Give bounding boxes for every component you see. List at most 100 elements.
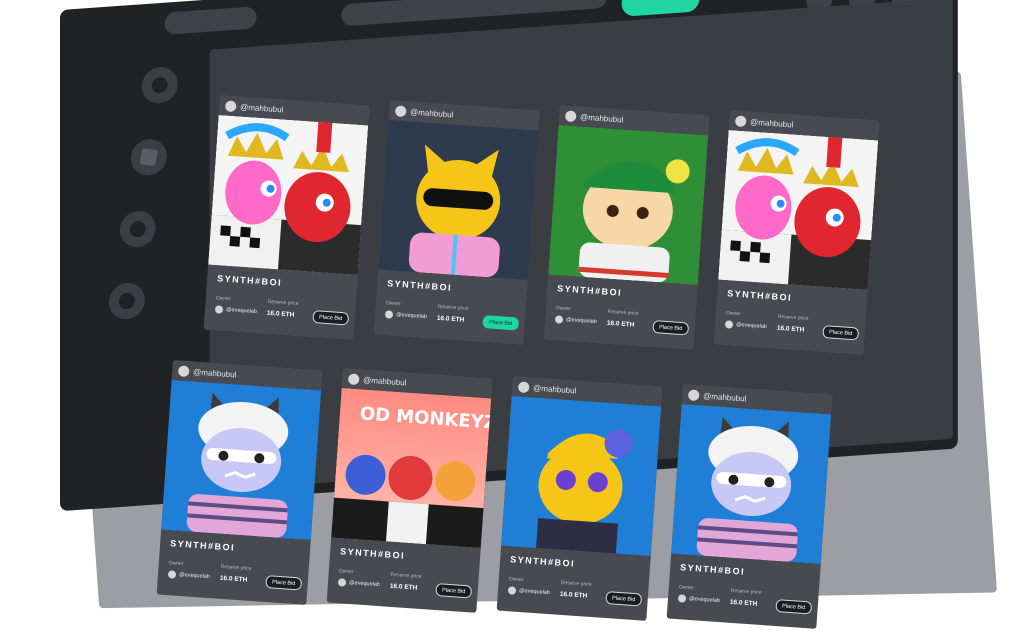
owner-handle: @evequelab [225,306,258,316]
owner-label: Owner [508,576,524,584]
user-avatar [564,109,577,122]
reserve-price-label: Reserve price [220,563,252,572]
owner-avatar [724,320,734,329]
owner-handle: @evequelab [688,595,721,605]
place-bid-button[interactable]: Place Bid [435,583,473,599]
reserve-price-label: Reserve price [607,308,639,317]
primary-action-button[interactable] [621,0,700,17]
owner-handle: @evequelab [735,321,768,331]
reserve-price-label: Reserve price [437,303,469,312]
user-avatar [224,99,237,112]
owner-handle: @evequelab [395,311,428,321]
owner[interactable]: @evequelab [677,594,721,605]
reserve-price: 16.0 ETH [219,574,248,584]
reserve-price: 16.0 ETH [729,598,758,608]
reserve-price: 16.0 ETH [606,319,635,329]
nft-card[interactable]: @mahbubul OD MONKEYZ SYNTH#BOI Owner Res… [326,368,493,613]
owner-handle: @evequelab [565,316,598,326]
mockup-stage: @mahbubul SYNTH#BOI Owner Reserve price … [0,0,1010,640]
nft-card[interactable]: @mahbubul SYNTH#BOI Owner Reserve price … [713,110,880,355]
place-bid-button[interactable]: Place Bid [265,575,303,591]
owner[interactable]: @evequelab [337,578,381,589]
nft-artwork[interactable] [501,395,662,557]
nft-card[interactable]: @mahbubul SYNTH#BOI Owner Reserve price … [543,105,710,350]
owner-avatar [554,315,564,324]
nft-card[interactable]: @mahbubul SYNTH#BOI Owner Reserve price … [373,100,540,345]
card-username[interactable]: @mahbubul [703,391,747,403]
card-username[interactable]: @mahbubul [363,375,407,387]
user-avatar [517,380,530,393]
nft-artwork[interactable]: OD MONKEYZ [331,387,492,549]
owner-avatar [167,570,177,579]
nft-artwork[interactable] [208,114,369,276]
owner-avatar [507,586,517,595]
user-avatar [394,104,407,117]
owner-handle: @evequelab [348,579,381,589]
reserve-price: 16.0 ETH [389,582,418,592]
window-tab-pill[interactable] [164,6,257,35]
place-bid-button[interactable]: Place Bid [482,315,520,331]
place-bid-button[interactable]: Place Bid [312,310,350,326]
nft-title: SYNTH#BOI [556,283,623,298]
owner-label: Owner [338,568,354,576]
nft-title: SYNTH#BOI [509,554,576,569]
owner[interactable]: @evequelab [384,310,428,321]
nft-artwork[interactable] [718,129,879,291]
owner-avatar [677,594,687,603]
nft-artwork[interactable] [671,403,832,565]
sidebar-ring-icon[interactable] [108,281,145,321]
user-avatar [177,364,190,377]
owner-handle: @evequelab [518,587,551,597]
owner-avatar [337,578,347,587]
reserve-price-label: Reserve price [560,579,592,588]
user-avatar [347,372,360,385]
reserve-price-label: Reserve price [730,587,762,596]
nft-title: SYNTH#BOI [726,288,793,303]
nft-card[interactable]: @mahbubul SYNTH#BOI Owner Reserve price … [203,95,370,340]
nft-artwork[interactable] [378,119,539,281]
owner-label: Owner [555,305,571,313]
owner[interactable]: @evequelab [554,315,598,326]
nft-title: SYNTH#BOI [216,273,283,288]
place-bid-button[interactable]: Place Bid [605,591,643,607]
card-username[interactable]: @mahbubul [193,367,237,379]
nft-title: SYNTH#BOI [386,278,453,293]
owner-label: Owner [678,584,694,592]
place-bid-button[interactable]: Place Bid [652,320,690,336]
place-bid-button[interactable]: Place Bid [775,599,813,615]
owner[interactable]: @evequelab [507,586,551,597]
owner-label: Owner [385,300,401,308]
owner-handle: @evequelab [178,571,211,581]
owner[interactable]: @evequelab [167,570,211,581]
reserve-price: 16.0 ETH [436,314,465,324]
card-username[interactable]: @mahbubul [750,117,794,129]
nft-artwork[interactable] [161,379,322,541]
nft-card[interactable]: @mahbubul SYNTH#BOI Owner Reserve price … [666,384,833,629]
nft-card[interactable]: @mahbubul SYNTH#BOI Owner Reserve price … [496,376,663,621]
reserve-price-label: Reserve price [777,313,809,322]
reserve-price-label: Reserve price [267,298,299,307]
owner-avatar [384,310,394,319]
reserve-price: 16.0 ETH [776,324,805,334]
reserve-price-label: Reserve price [390,571,422,580]
nft-title: SYNTH#BOI [679,562,746,577]
card-username[interactable]: @mahbubul [240,102,284,114]
user-avatar [687,388,700,401]
sidebar-ring-icon[interactable] [141,65,178,105]
card-username[interactable]: @mahbubul [580,112,624,124]
owner-label: Owner [215,295,231,303]
nft-artwork[interactable] [548,124,709,286]
nft-card[interactable]: @mahbubul SYNTH#BOI Owner Reserve price … [156,360,323,605]
nft-title: SYNTH#BOI [169,538,236,553]
reserve-price: 16.0 ETH [559,590,588,600]
owner-avatar [214,305,224,314]
owner-label: Owner [168,560,184,568]
card-username[interactable]: @mahbubul [410,107,454,119]
owner[interactable]: @evequelab [214,305,258,316]
card-username[interactable]: @mahbubul [533,383,577,395]
sidebar-square-icon[interactable] [130,137,167,177]
address-bar[interactable] [341,0,607,27]
owner[interactable]: @evequelab [724,320,768,331]
place-bid-button[interactable]: Place Bid [822,325,860,341]
sidebar-ring-icon[interactable] [119,209,156,249]
